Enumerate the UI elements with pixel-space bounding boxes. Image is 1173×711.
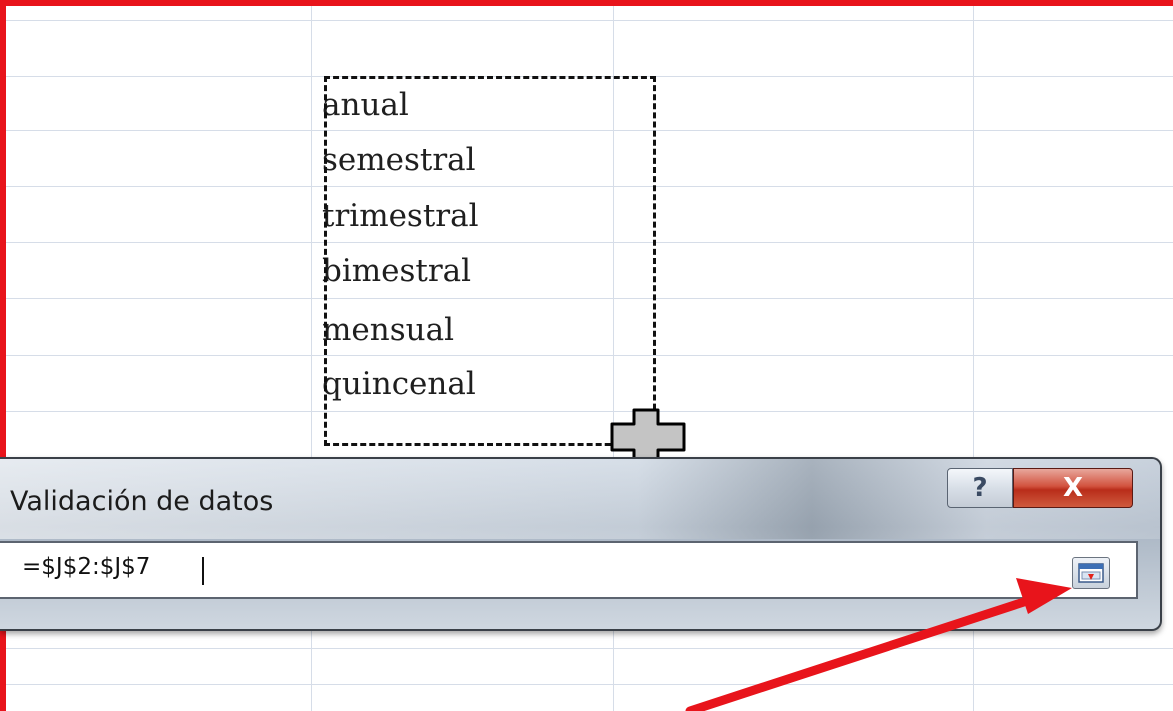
collapse-dialog-icon — [1078, 563, 1104, 583]
range-reference-input[interactable]: =$J$2:$J$7 — [0, 541, 1138, 599]
annotation-frame-top — [0, 0, 1173, 6]
close-button[interactable]: X — [1013, 468, 1133, 508]
help-button-label: ? — [972, 473, 988, 503]
range-reference-value: =$J$2:$J$7 — [22, 554, 151, 580]
expand-dialog-button[interactable] — [1072, 557, 1110, 589]
grid-row-line — [0, 684, 1173, 685]
help-button[interactable]: ? — [947, 468, 1013, 508]
selection-marquee — [324, 76, 656, 446]
close-button-label: X — [1062, 473, 1084, 503]
dialog-title: Validación de datos — [10, 486, 274, 517]
grid-row-line — [0, 20, 1173, 21]
grid-row-line — [0, 648, 1173, 649]
text-caret — [202, 557, 204, 585]
data-validation-dialog[interactable]: Validación de datos ? X =$J$2:$J$7 — [0, 457, 1162, 631]
